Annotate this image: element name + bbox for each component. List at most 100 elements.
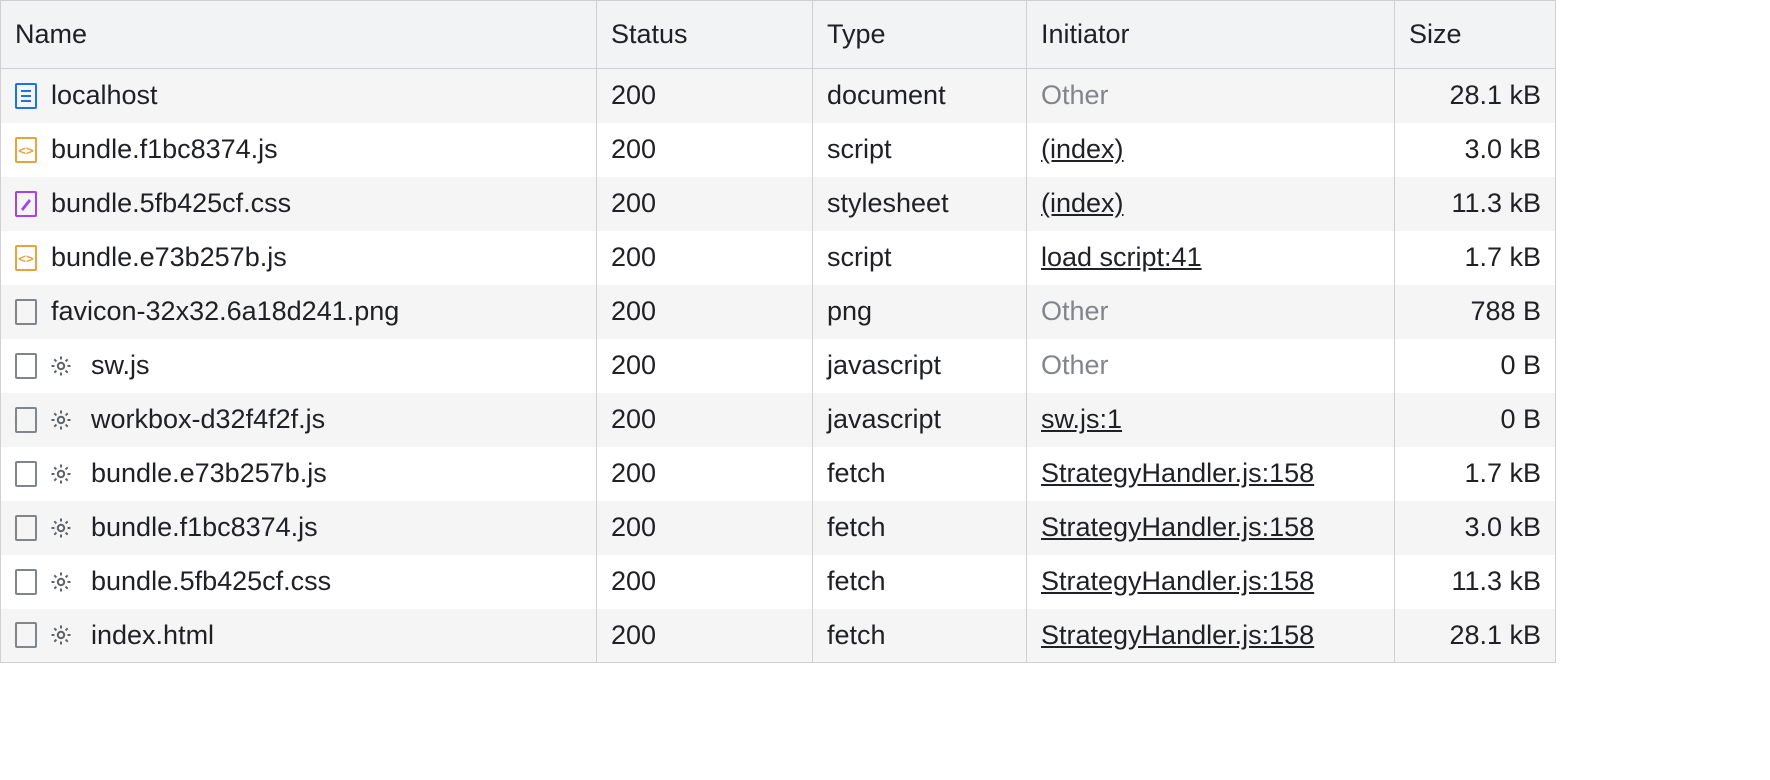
resource-name: bundle.e73b257b.js bbox=[91, 458, 327, 489]
size-cell: 0 B bbox=[1395, 339, 1556, 393]
initiator-link[interactable]: (index) bbox=[1041, 188, 1124, 218]
resource-name: bundle.f1bc8374.js bbox=[51, 134, 278, 165]
initiator-text: Other bbox=[1041, 80, 1109, 110]
network-row[interactable]: localhost200documentOther28.1 kB bbox=[1, 69, 1556, 123]
status-cell: 200 bbox=[597, 69, 813, 123]
initiator-link[interactable]: load script:41 bbox=[1041, 242, 1202, 272]
generic-file-icon bbox=[15, 407, 37, 433]
resource-name: index.html bbox=[91, 620, 214, 651]
name-cell[interactable]: bundle.e73b257b.js bbox=[1, 447, 597, 501]
gear-icon bbox=[51, 518, 71, 538]
size-cell: 0 B bbox=[1395, 393, 1556, 447]
name-cell[interactable]: sw.js bbox=[1, 339, 597, 393]
network-row[interactable]: bundle.5fb425cf.css200stylesheet(index)1… bbox=[1, 177, 1556, 231]
initiator-link[interactable]: sw.js:1 bbox=[1041, 404, 1122, 434]
type-cell: fetch bbox=[813, 501, 1027, 555]
network-row[interactable]: bundle.e73b257b.js 200fetch StrategyHandle… bbox=[1, 447, 1556, 501]
generic-file-icon bbox=[15, 461, 37, 487]
name-cell[interactable]: bundle.f1bc8374.js bbox=[1, 501, 597, 555]
status-cell: 200 bbox=[597, 447, 813, 501]
type-cell: fetch bbox=[813, 555, 1027, 609]
type-cell: stylesheet bbox=[813, 177, 1027, 231]
generic-file-icon bbox=[15, 299, 37, 325]
network-row[interactable]: workbox-d32f4f2f.js200javascriptsw.js:10… bbox=[1, 393, 1556, 447]
status-cell: 200 bbox=[597, 501, 813, 555]
stylesheet-file-icon bbox=[15, 191, 37, 217]
initiator-cell[interactable]: StrategyHandler.js:158 bbox=[1027, 609, 1395, 663]
resource-name: bundle.5fb425cf.css bbox=[51, 188, 291, 219]
network-requests-table: Name Status Type Initiator Size localhos… bbox=[0, 0, 1556, 663]
network-row[interactable]: favicon-32x32.6a18d241.png200pngOther788… bbox=[1, 285, 1556, 339]
network-row[interactable]: bundle.5fb425cf.css200fetchStrategyHandl… bbox=[1, 555, 1556, 609]
resource-name: workbox-d32f4f2f.js bbox=[91, 404, 325, 435]
name-cell[interactable]: favicon-32x32.6a18d241.png bbox=[1, 285, 597, 339]
column-header-initiator[interactable]: Initiator bbox=[1027, 1, 1395, 69]
document-file-icon bbox=[15, 83, 37, 109]
generic-file-icon bbox=[15, 353, 37, 379]
gear-icon bbox=[51, 410, 71, 430]
size-cell: 11.3 kB bbox=[1395, 555, 1556, 609]
column-header-name[interactable]: Name bbox=[1, 1, 597, 69]
name-cell[interactable]: index.html bbox=[1, 609, 597, 663]
network-row[interactable]: <>bundle.e73b257b.js200scriptload script… bbox=[1, 231, 1556, 285]
size-cell: 28.1 kB bbox=[1395, 69, 1556, 123]
name-cell[interactable]: localhost bbox=[1, 69, 597, 123]
resource-name: bundle.5fb425cf.css bbox=[91, 566, 331, 597]
network-row[interactable]: <>bundle.f1bc8374.js200script(index)3.0 … bbox=[1, 123, 1556, 177]
initiator-cell[interactable]: StrategyHandler.js:158 bbox=[1027, 447, 1395, 501]
initiator-cell[interactable]: sw.js:1 bbox=[1027, 393, 1395, 447]
initiator-cell[interactable]: StrategyHandler.js:158 bbox=[1027, 501, 1395, 555]
name-cell[interactable]: workbox-d32f4f2f.js bbox=[1, 393, 597, 447]
status-cell: 200 bbox=[597, 339, 813, 393]
generic-file-icon bbox=[15, 622, 37, 648]
initiator-link[interactable]: StrategyHandler.js:158 bbox=[1041, 566, 1314, 596]
column-header-type[interactable]: Type bbox=[813, 1, 1027, 69]
initiator-text: Other bbox=[1041, 350, 1109, 380]
svg-text:<>: <> bbox=[18, 252, 34, 267]
column-header-size[interactable]: Size bbox=[1395, 1, 1556, 69]
name-cell[interactable]: <> bundle.f1bc8374.js bbox=[1, 123, 597, 177]
initiator-link[interactable]: (index) bbox=[1041, 134, 1124, 164]
initiator-cell[interactable]: load script:41 bbox=[1027, 231, 1395, 285]
size-cell: 28.1 kB bbox=[1395, 609, 1556, 663]
initiator-link[interactable]: StrategyHandler.js:158 bbox=[1041, 620, 1314, 650]
type-cell: javascript bbox=[813, 339, 1027, 393]
script-file-icon: <> bbox=[15, 245, 37, 271]
status-cell: 200 bbox=[597, 285, 813, 339]
status-cell: 200 bbox=[597, 123, 813, 177]
status-cell: 200 bbox=[597, 177, 813, 231]
resource-name: bundle.f1bc8374.js bbox=[91, 512, 318, 543]
status-cell: 200 bbox=[597, 231, 813, 285]
size-cell: 1.7 kB bbox=[1395, 447, 1556, 501]
gear-icon bbox=[51, 625, 71, 645]
initiator-cell: Other bbox=[1027, 339, 1395, 393]
initiator-link[interactable]: StrategyHandler.js:158 bbox=[1041, 512, 1314, 542]
initiator-cell: Other bbox=[1027, 69, 1395, 123]
gear-icon bbox=[51, 572, 71, 592]
initiator-text: Other bbox=[1041, 296, 1109, 326]
name-cell[interactable]: bundle.5fb425cf.css bbox=[1, 177, 597, 231]
network-row[interactable]: sw.js 200javascript Other 0 B bbox=[1, 339, 1556, 393]
name-cell[interactable]: bundle.5fb425cf.css bbox=[1, 555, 597, 609]
script-file-icon: <> bbox=[15, 137, 37, 163]
svg-text:<>: <> bbox=[18, 144, 34, 159]
network-row[interactable]: bundle.f1bc8374.js 200fetch StrategyHandle… bbox=[1, 501, 1556, 555]
initiator-cell[interactable]: StrategyHandler.js:158 bbox=[1027, 555, 1395, 609]
size-cell: 3.0 kB bbox=[1395, 123, 1556, 177]
resource-name: sw.js bbox=[91, 350, 150, 381]
status-cell: 200 bbox=[597, 609, 813, 663]
size-cell: 1.7 kB bbox=[1395, 231, 1556, 285]
type-cell: fetch bbox=[813, 609, 1027, 663]
column-header-status[interactable]: Status bbox=[597, 1, 813, 69]
initiator-cell[interactable]: (index) bbox=[1027, 177, 1395, 231]
resource-name: favicon-32x32.6a18d241.png bbox=[51, 296, 399, 327]
type-cell: png bbox=[813, 285, 1027, 339]
gear-icon bbox=[51, 356, 71, 376]
initiator-cell[interactable]: (index) bbox=[1027, 123, 1395, 177]
initiator-link[interactable]: StrategyHandler.js:158 bbox=[1041, 458, 1314, 488]
status-cell: 200 bbox=[597, 393, 813, 447]
resource-name: localhost bbox=[51, 80, 158, 111]
name-cell[interactable]: <>bundle.e73b257b.js bbox=[1, 231, 597, 285]
type-cell: fetch bbox=[813, 447, 1027, 501]
network-row[interactable]: index.html 200fetch StrategyHandler.js:158… bbox=[1, 609, 1556, 663]
